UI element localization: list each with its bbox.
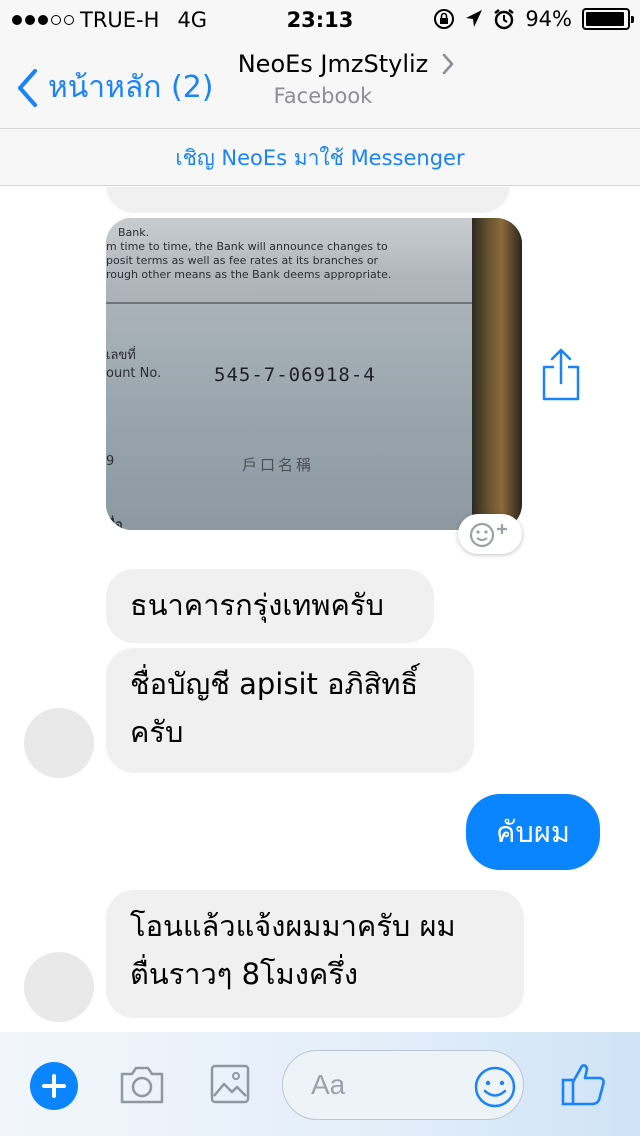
photo-label-side: 9 <box>106 454 115 469</box>
message-text: ธนาคารกรุ่งเทพครับ <box>130 588 384 622</box>
photo-label-bottom: ชื่อ <box>106 518 123 530</box>
contact-source: Facebook <box>273 84 373 108</box>
orientation-lock-icon <box>434 9 455 29</box>
nav-bar: หน้าหลัก (2) NeoEs JmzStyliz Facebook <box>0 40 640 128</box>
invite-text: เชิญ NeoEs มาใช้ Messenger <box>175 146 465 170</box>
message-list[interactable]: Bank. m time to time, the Bank will anno… <box>0 187 640 1032</box>
share-icon[interactable] <box>540 347 582 403</box>
photo-kanji: 戶口名稱 <box>242 456 315 474</box>
photo-label-thai: ีเลขที่ <box>106 348 136 363</box>
message-text: คับผม <box>496 815 570 849</box>
message-text-line: ตื่นราวๆ 8โมงครึ่ง <box>130 957 359 991</box>
location-arrow-icon <box>466 10 483 27</box>
battery-icon <box>582 8 634 30</box>
battery-percent: 94% <box>525 7 572 31</box>
avatar[interactable] <box>24 952 94 1022</box>
contact-name: NeoEs JmzStyliz <box>237 50 429 78</box>
account-number: 545-7-06918-4 <box>214 364 376 386</box>
photo-fold-line <box>106 302 472 304</box>
alarm-icon <box>494 9 515 30</box>
invite-banner[interactable]: เชิญ NeoEs มาใช้ Messenger <box>0 128 640 186</box>
message-bubble-outgoing: คับผม <box>466 794 600 870</box>
status-right: 94% <box>433 7 634 31</box>
camera-icon[interactable] <box>118 1064 166 1106</box>
gallery-icon[interactable] <box>210 1064 250 1104</box>
photo-dark-edge <box>472 218 522 530</box>
message-bubble-incoming: ธนาคารกรุ่งเทพครับ <box>106 569 434 643</box>
message-input-container[interactable] <box>282 1050 524 1120</box>
message-text-line: โอนแล้วแจ้งผมมาครับ ผม <box>130 909 456 943</box>
photo-message[interactable]: Bank. m time to time, the Bank will anno… <box>106 218 522 530</box>
message-bubble-incoming: โอนแล้วแจ้งผมมาครับ ผม ตื่นราวๆ 8โมงครึ่… <box>106 890 524 1018</box>
message-input[interactable] <box>311 1065 461 1105</box>
composer-bar <box>0 1032 640 1136</box>
status-bar: TRUE-H 4G 23:13 94% <box>0 0 640 40</box>
avatar[interactable] <box>24 708 94 778</box>
smiley-plus-icon <box>469 522 507 548</box>
more-actions-button[interactable] <box>30 1062 78 1110</box>
message-bubble-incoming: ชื่อบัญชี apisit อภิสิทธิ์ ครับ <box>106 648 474 773</box>
add-reaction-button[interactable] <box>458 514 522 554</box>
emoji-icon[interactable] <box>473 1065 517 1109</box>
photo-label-en: ount No. <box>106 366 162 381</box>
chevron-right-icon <box>442 53 454 75</box>
message-text-line: ชื่อบัญชี apisit อภิสิทธิ์ <box>130 667 419 701</box>
message-text-line: ครับ <box>130 715 184 749</box>
message-bubble-partial <box>106 187 510 213</box>
photo-fine-print: Bank. m time to time, the Bank will anno… <box>106 226 392 281</box>
conversation-title[interactable]: NeoEs JmzStyliz Facebook <box>0 50 640 108</box>
thumbs-up-icon[interactable] <box>560 1060 608 1108</box>
plus-icon <box>42 1074 66 1098</box>
